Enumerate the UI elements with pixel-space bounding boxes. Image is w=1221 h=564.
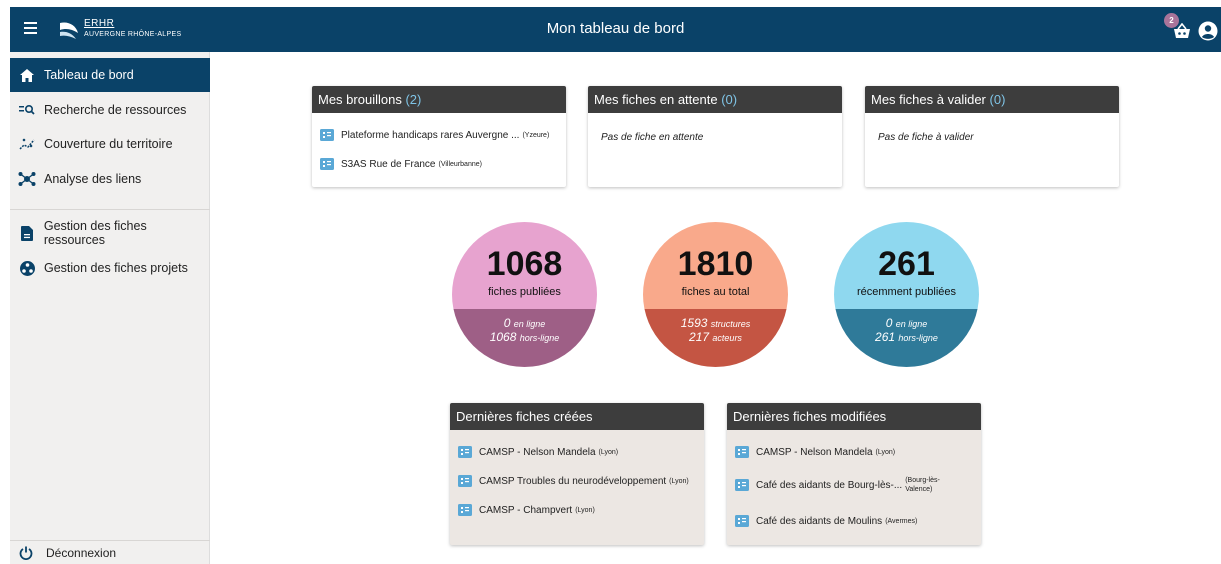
building-icon [458, 504, 472, 516]
sidebar-divider [10, 209, 210, 210]
list-item[interactable]: Café des aidants de Bourg-lès-... (Bourg-… [735, 476, 953, 494]
pending-empty-text: Pas de fiche en attente [601, 132, 704, 143]
stat-value: 261 [878, 245, 935, 283]
account-icon[interactable] [1198, 21, 1218, 41]
sidebar-item-label: Couverture du territoire [44, 137, 173, 151]
sidebar: Tableau de bord Recherche de ressources … [10, 52, 210, 564]
sidebar-item-link-analysis[interactable]: Analyse des liens [10, 162, 210, 196]
stat-label: récemment publiées [856, 286, 957, 298]
building-icon [458, 475, 472, 487]
sidebar-item-project-sheets[interactable]: Gestion des fiches projets [10, 251, 210, 285]
stat-value: 1810 [677, 245, 754, 283]
network-icon [18, 171, 36, 187]
sidebar-item-territory-coverage[interactable]: Couverture du territoire [10, 127, 210, 161]
home-icon [18, 67, 36, 83]
sidebar-item-resource-sheets[interactable]: Gestion des fiches ressources [10, 216, 210, 250]
recent-modified-header: Dernières fiches modifiées [727, 403, 981, 430]
top-bar: ERHR AUVERGNE RHÔNE-ALPES Mon tableau de… [10, 7, 1221, 52]
to-validate-empty-text: Pas de fiche à valider [878, 132, 974, 143]
list-item[interactable]: CAMSP Troubles du neurodéveloppement (Lyo… [458, 475, 689, 487]
recent-modified-card: Dernières fiches modifiées CAMSP - Nelso… [727, 403, 981, 545]
to-validate-card-header: Mes fiches à valider (0) [865, 86, 1119, 113]
stat-value: 1068 [486, 245, 563, 283]
document-icon [18, 225, 36, 241]
pending-card: Mes fiches en attente (0) Pas de fiche e… [588, 86, 842, 187]
sidebar-item-resource-search[interactable]: Recherche de ressources [10, 93, 210, 127]
building-icon [735, 446, 749, 458]
page-title: Mon tableau de bord [546, 20, 685, 37]
stat-top: 1810 fiches au total [643, 222, 788, 309]
building-icon [320, 158, 334, 170]
building-icon [735, 479, 749, 491]
list-item[interactable]: CAMSP - Nelson Mandela (Lyon) [458, 446, 618, 458]
power-icon [19, 546, 37, 560]
list-item[interactable]: Café des aidants de Moulins (Avermes) [735, 515, 917, 527]
stat-label: fiches au total [681, 286, 750, 298]
stat-top: 1068 fiches publiées [452, 222, 597, 309]
to-validate-card: Mes fiches à valider (0) Pas de fiche à … [865, 86, 1119, 187]
drafts-card-header: Mes brouillons (2) [312, 86, 566, 113]
sidebar-item-label: Analyse des liens [44, 172, 142, 186]
stat-bottom: 0 en ligne 261 hors-ligne [834, 309, 979, 367]
sidebar-item-label: Gestion des fiches ressources [43, 219, 147, 247]
stat-bottom: 0 en ligne 1068 hors-ligne [452, 309, 597, 367]
projects-icon [18, 260, 36, 276]
pending-card-header: Mes fiches en attente (0) [588, 86, 842, 113]
logout-button[interactable]: Déconnexion [10, 540, 210, 564]
building-icon [735, 515, 749, 527]
list-item[interactable]: S3AS Rue de France (Villeurbanne) [320, 158, 482, 170]
coverage-icon [18, 136, 36, 152]
sidebar-item-label: Tableau de bord [44, 68, 134, 82]
drafts-card: Mes brouillons (2) Plateforme handicaps … [312, 86, 566, 187]
published-stat-circle[interactable]: 1068 fiches publiées 0 en ligne 1068 hor… [452, 222, 597, 367]
logout-label: Déconnexion [46, 545, 117, 560]
recent-created-header: Dernières fiches créées [450, 403, 704, 430]
stat-label: fiches publiées [488, 286, 561, 298]
search-list-icon [18, 102, 36, 118]
sidebar-item-dashboard[interactable]: Tableau de bord [10, 58, 210, 92]
total-stat-circle[interactable]: 1810 fiches au total 1593 structures 217… [643, 222, 788, 367]
dashboard-page: ERHR AUVERGNE RHÔNE-ALPES Mon tableau de… [0, 0, 1221, 564]
basket-count-badge: 2 [1164, 13, 1179, 28]
stat-bottom: 1593 structures 217 acteurs [643, 309, 788, 367]
sidebar-item-label: Recherche de ressources [44, 103, 187, 117]
list-item[interactable]: CAMSP - Nelson Mandela (Lyon) [735, 446, 895, 458]
list-item[interactable]: CAMSP - Champvert (Lyon) [458, 504, 595, 516]
recent-created-card: Dernières fiches créées CAMSP - Nelson M… [450, 403, 704, 545]
stat-top: 261 récemment publiées [834, 222, 979, 309]
list-item[interactable]: Plateforme handicaps rares Auvergne ...(… [320, 129, 549, 141]
sidebar-item-label: Gestion des fiches projets [44, 261, 188, 275]
recent-stat-circle[interactable]: 261 récemment publiées 0 en ligne 261 ho… [834, 222, 979, 367]
building-icon [458, 446, 472, 458]
building-icon [320, 129, 334, 141]
